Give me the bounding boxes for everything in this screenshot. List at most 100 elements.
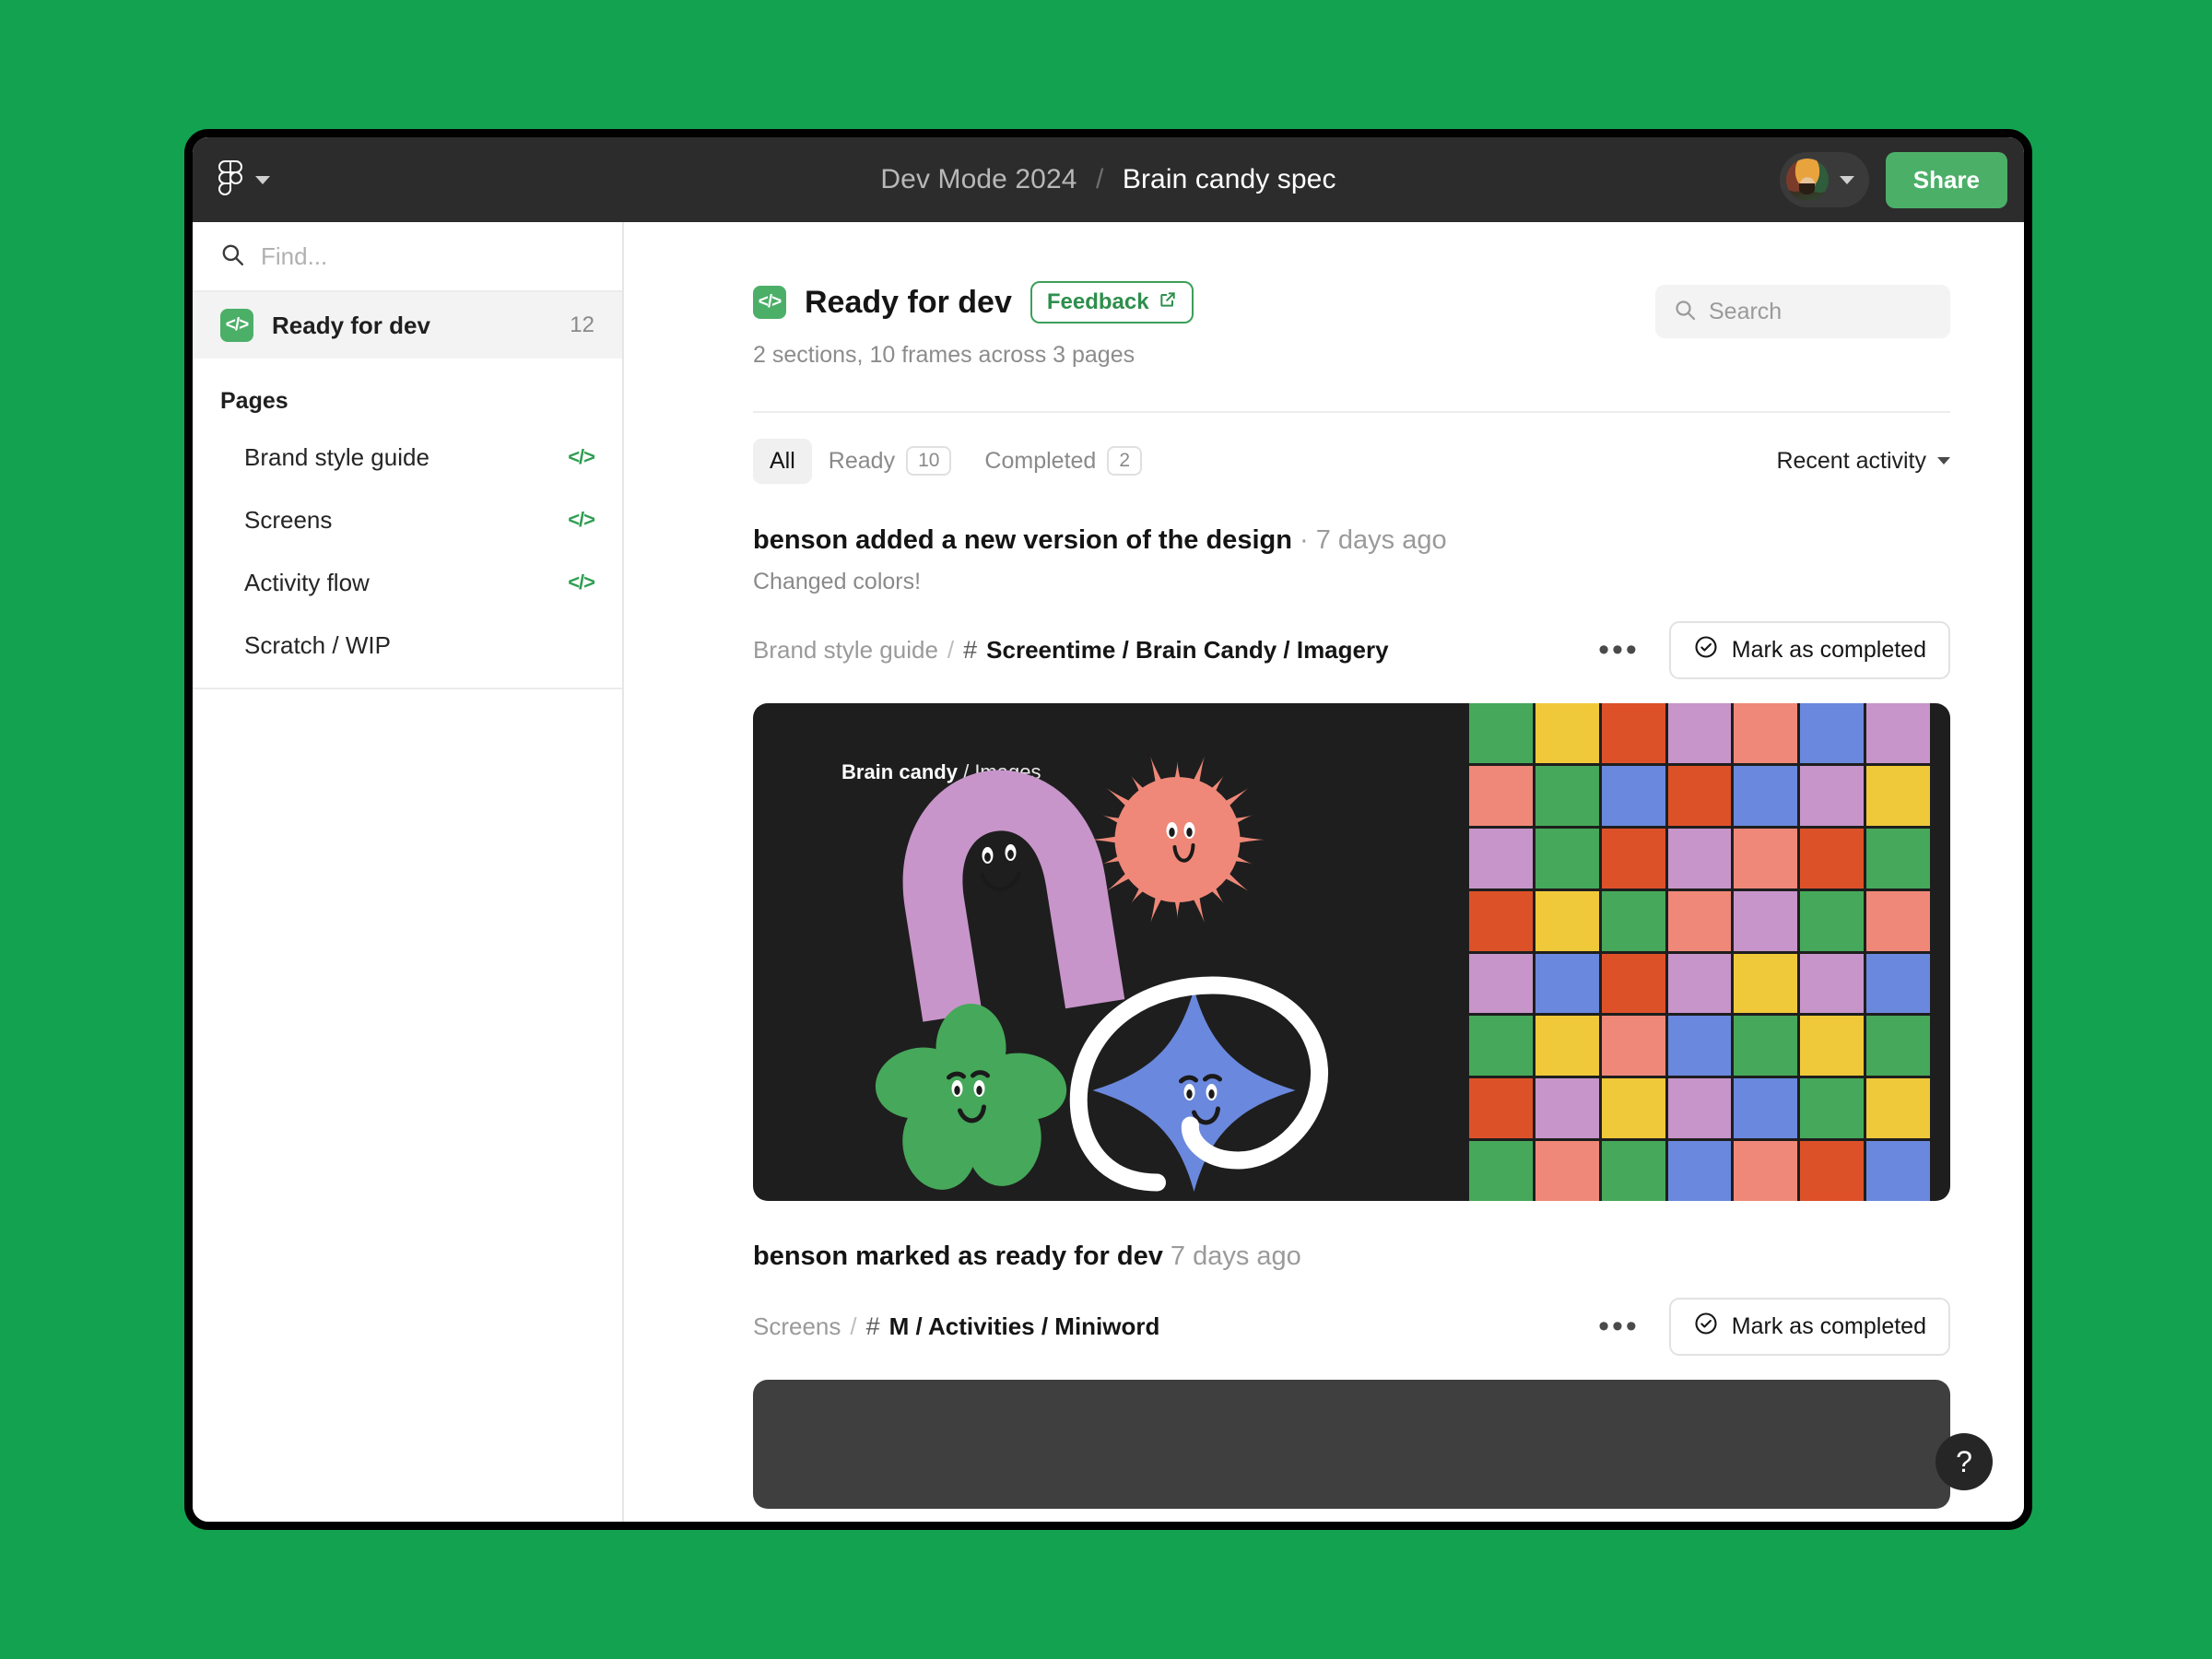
breadcrumb-current[interactable]: Brain candy spec bbox=[1123, 164, 1336, 194]
sort-label: Recent activity bbox=[1776, 447, 1926, 474]
breadcrumb-parent[interactable]: Dev Mode 2024 bbox=[880, 164, 1077, 194]
find-row bbox=[193, 222, 622, 292]
color-swatch-green bbox=[1535, 765, 1599, 826]
topbar-right-actions: Share bbox=[1779, 151, 2007, 208]
color-swatch-red bbox=[1601, 953, 1665, 1014]
color-swatch-blue bbox=[1535, 953, 1599, 1014]
activity-item: benson added a new version of the design… bbox=[753, 525, 1950, 1201]
color-swatch-grid bbox=[1469, 703, 1930, 1201]
path-separator: / bbox=[947, 636, 955, 664]
sidebar-divider bbox=[193, 688, 622, 689]
page-label: Activity flow bbox=[244, 568, 370, 596]
color-swatch-blue bbox=[1800, 703, 1865, 763]
flower-character bbox=[875, 1004, 1067, 1190]
figma-menu-button[interactable] bbox=[209, 153, 279, 207]
share-button[interactable]: Share bbox=[1885, 151, 2007, 208]
color-swatch-purple bbox=[1469, 953, 1533, 1014]
color-swatch-purple bbox=[1734, 890, 1798, 951]
color-swatch-salmon bbox=[1667, 890, 1732, 951]
tab-all[interactable]: All bbox=[753, 438, 812, 484]
color-swatch-yellow bbox=[1800, 1016, 1865, 1077]
avatar bbox=[1785, 159, 1829, 201]
row-actions: ••• Mark as completed bbox=[1593, 621, 1950, 679]
page-label: Screens bbox=[244, 505, 333, 534]
path-current[interactable]: M / Activities / Miniword bbox=[889, 1312, 1160, 1341]
code-brackets-icon[interactable]: </> bbox=[568, 508, 595, 532]
activity-title-text: benson added a new version of the design bbox=[753, 525, 1292, 555]
external-link-icon bbox=[1159, 289, 1177, 315]
path-current[interactable]: Screentime / Brain Candy / Imagery bbox=[986, 636, 1388, 665]
color-swatch-yellow bbox=[1734, 953, 1798, 1014]
breadcrumb: Dev Mode 2024 / Brain candy spec bbox=[193, 164, 2024, 195]
design-thumbnail[interactable] bbox=[753, 1380, 1950, 1509]
mark-as-completed-label: Mark as completed bbox=[1731, 1313, 1926, 1339]
code-brackets-icon: </> bbox=[220, 309, 253, 342]
color-swatch-green bbox=[1866, 828, 1930, 888]
more-horizontal-icon[interactable]: ••• bbox=[1593, 634, 1645, 666]
color-swatch-blue bbox=[1866, 1141, 1930, 1201]
tab-label: All bbox=[770, 447, 795, 474]
sort-dropdown[interactable]: Recent activity bbox=[1776, 448, 1950, 475]
feedback-label: Feedback bbox=[1046, 289, 1149, 314]
color-swatch-yellow bbox=[1866, 765, 1930, 826]
check-circle-icon bbox=[1693, 1311, 1719, 1343]
color-swatch-salmon bbox=[1469, 765, 1533, 826]
color-swatch-red bbox=[1800, 1141, 1865, 1201]
page-label: Brand style guide bbox=[244, 442, 429, 471]
sidebar-page-activity-flow[interactable]: Activity flow </> bbox=[193, 551, 622, 614]
main-title-row: </> Ready for dev Feedback bbox=[753, 281, 1194, 324]
tab-label: Completed bbox=[984, 447, 1097, 474]
tab-label: Ready bbox=[828, 447, 896, 474]
tab-count: 10 bbox=[906, 446, 952, 476]
user-menu-button[interactable] bbox=[1779, 152, 1869, 207]
code-brackets-icon[interactable]: </> bbox=[568, 571, 595, 594]
sidebar-page-scratch-wip[interactable]: Scratch / WIP bbox=[193, 614, 622, 677]
color-swatch-red bbox=[1800, 828, 1865, 888]
search-input[interactable] bbox=[1709, 298, 1932, 325]
top-bar: Dev Mode 2024 / Brain candy spec Share bbox=[193, 137, 2024, 222]
code-brackets-icon: </> bbox=[753, 286, 786, 319]
color-swatch-yellow bbox=[1535, 703, 1599, 763]
color-swatch-red bbox=[1469, 890, 1533, 951]
search-box[interactable] bbox=[1655, 285, 1950, 338]
pages-heading: Pages bbox=[220, 388, 288, 414]
color-swatch-salmon bbox=[1734, 703, 1798, 763]
tab-completed[interactable]: Completed 2 bbox=[968, 437, 1159, 485]
activity-timestamp: 7 days ago bbox=[1315, 525, 1447, 555]
design-thumbnail[interactable]: Brain candy / Images bbox=[753, 703, 1950, 1201]
color-swatch-green bbox=[1800, 1078, 1865, 1139]
color-swatch-purple bbox=[1866, 703, 1930, 763]
feedback-button[interactable]: Feedback bbox=[1030, 281, 1194, 324]
sidebar: </> Ready for dev 12 Pages Brand style g… bbox=[193, 222, 624, 1522]
find-input[interactable] bbox=[261, 241, 594, 271]
sidebar-item-ready-for-dev[interactable]: </> Ready for dev 12 bbox=[193, 292, 622, 359]
sidebar-page-brand-style-guide[interactable]: Brand style guide </> bbox=[193, 426, 622, 488]
chevron-down-icon bbox=[255, 175, 270, 184]
main-content: </> Ready for dev Feedback 2 sections, 1… bbox=[624, 222, 2024, 1522]
more-horizontal-icon[interactable]: ••• bbox=[1593, 1311, 1645, 1343]
color-swatch-purple bbox=[1667, 953, 1732, 1014]
tab-ready[interactable]: Ready 10 bbox=[812, 437, 969, 485]
activity-title-text: benson marked as ready for dev bbox=[753, 1241, 1163, 1271]
activity-path-row: Screens / # M / Activities / Miniword ••… bbox=[753, 1298, 1950, 1356]
mark-as-completed-button[interactable]: Mark as completed bbox=[1668, 621, 1950, 679]
color-swatch-salmon bbox=[1866, 890, 1930, 951]
color-swatch-yellow bbox=[1535, 1016, 1599, 1077]
color-swatch-green bbox=[1601, 1141, 1665, 1201]
path-parent[interactable]: Screens bbox=[753, 1312, 841, 1341]
mark-as-completed-label: Mark as completed bbox=[1731, 637, 1926, 663]
check-circle-icon bbox=[1693, 634, 1719, 666]
artwork-canvas: Brain candy / Images bbox=[753, 703, 1469, 1201]
path-parent[interactable]: Brand style guide bbox=[753, 636, 938, 665]
help-button[interactable]: ? bbox=[1936, 1433, 1993, 1490]
sidebar-page-screens[interactable]: Screens </> bbox=[193, 488, 622, 551]
color-swatch-salmon bbox=[1734, 828, 1798, 888]
filter-tabs: All Ready 10 Completed 2 Recent activity bbox=[753, 411, 1950, 485]
mark-as-completed-button[interactable]: Mark as completed bbox=[1668, 1298, 1950, 1356]
code-brackets-icon[interactable]: </> bbox=[568, 445, 595, 469]
color-swatch-blue bbox=[1734, 1078, 1798, 1139]
color-swatch-red bbox=[1469, 1078, 1533, 1139]
color-swatch-red bbox=[1601, 828, 1665, 888]
activity-title: benson added a new version of the design… bbox=[753, 525, 1950, 556]
color-swatch-green bbox=[1469, 703, 1533, 763]
